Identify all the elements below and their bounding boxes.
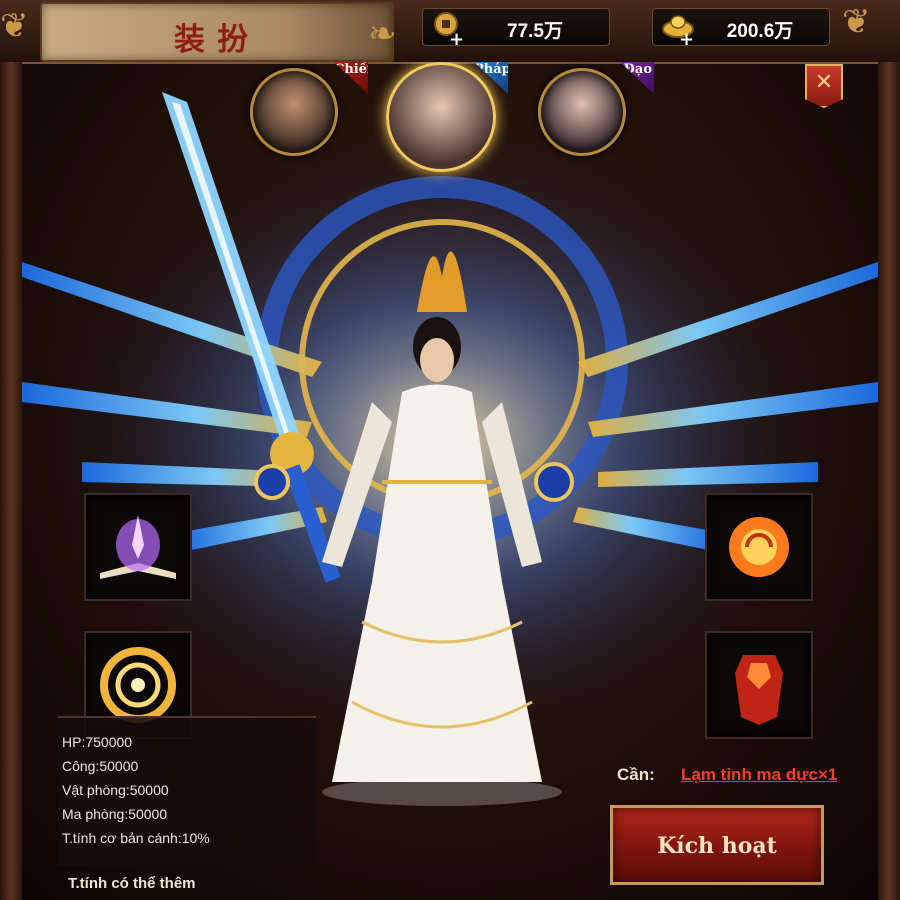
- fire-orb-icon: [729, 517, 789, 577]
- slot-red-armor[interactable]: [705, 631, 813, 739]
- stat-wing-attribute: T.tính cơ bản cánh:10%: [62, 830, 210, 846]
- coin-value: 77.5万: [507, 21, 563, 42]
- stat-hp: HP:750000: [62, 734, 133, 750]
- slot-fire-orb[interactable]: [705, 493, 813, 601]
- stat-physical-defense: Vật phòng:50000: [62, 782, 169, 798]
- right-ornament-icon: ❧: [368, 14, 397, 54]
- title-plaque: 装扮: [40, 2, 394, 62]
- ingot-add-icon[interactable]: +: [679, 29, 694, 50]
- right-frame: [878, 62, 900, 900]
- red-armor-icon: [735, 655, 783, 725]
- close-icon: ✕: [814, 70, 834, 95]
- coin-add-icon[interactable]: +: [449, 29, 464, 50]
- magic-book-icon: [100, 515, 176, 579]
- slot-magic-book[interactable]: [84, 493, 192, 601]
- avatar-mage[interactable]: [386, 62, 496, 172]
- stat-attack: Công:50000: [62, 758, 139, 774]
- coin-currency[interactable]: + 77.5万: [422, 8, 610, 50]
- left-frame: [0, 62, 22, 900]
- activate-button[interactable]: Kích hoạt: [610, 805, 824, 885]
- ingot-currency[interactable]: + 200.6万: [652, 8, 830, 50]
- activate-button-label: Kích hoạt: [657, 833, 777, 859]
- close-button[interactable]: ✕: [805, 64, 843, 108]
- avatar-warrior[interactable]: [250, 68, 338, 156]
- page-title: 装扮: [174, 22, 260, 58]
- requirement-label: Cần:: [617, 765, 655, 784]
- game-screen: 装扮 ❦ ❧ + 77.5万 + 200.6万 ❦ Chiến Pháp Đạo…: [0, 0, 900, 900]
- extra-attributes-title: T.tính có thể thêm: [68, 875, 196, 892]
- avatar-taoist[interactable]: [538, 68, 626, 156]
- ingot-value: 200.6万: [726, 21, 794, 42]
- left-ornament-icon: ❦: [0, 6, 29, 46]
- stat-magic-defense: Ma phòng:50000: [62, 806, 168, 822]
- corner-ornament-icon: ❦: [842, 2, 871, 42]
- top-bar: 装扮 ❦ ❧ + 77.5万 + 200.6万 ❦: [0, 0, 900, 64]
- requirement-item-link[interactable]: Lạm tinh ma dực×1: [681, 765, 837, 785]
